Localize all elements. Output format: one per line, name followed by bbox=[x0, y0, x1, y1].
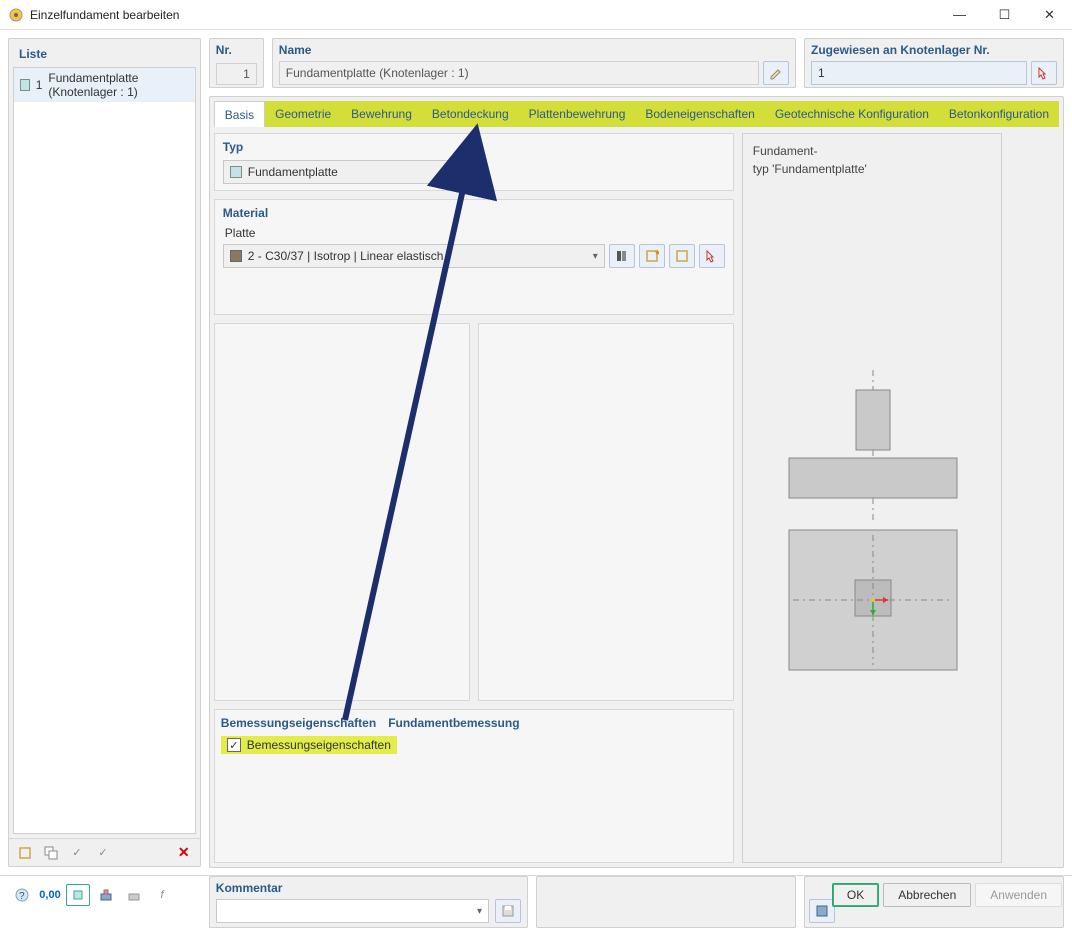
empty-right-box bbox=[478, 323, 734, 701]
nr-label: Nr. bbox=[216, 43, 257, 57]
name-input[interactable]: Fundamentplatte (Knotenlager : 1) bbox=[279, 61, 759, 85]
list-toolbar: ✓ ✓ ✕ bbox=[9, 838, 200, 866]
design-header2: Fundamentbemessung bbox=[388, 716, 519, 730]
titlebar: Einzelfundament bearbeiten — ☐ ✕ bbox=[0, 0, 1072, 30]
typ-group: Typ Fundamentplatte ▾ bbox=[214, 133, 469, 191]
chevron-down-icon: ▾ bbox=[477, 906, 482, 917]
design-checkbox-row[interactable]: ✓ Bemessungseigenschaften bbox=[221, 736, 397, 754]
svg-text:?: ? bbox=[19, 891, 25, 902]
material-group: Material Platte 2 - C30/37 | Isotrop | L… bbox=[214, 199, 734, 315]
maximize-button[interactable]: ☐ bbox=[982, 0, 1027, 30]
typ-value: Fundamentplatte bbox=[248, 165, 338, 179]
assigned-input[interactable]: 1 bbox=[811, 61, 1027, 85]
assigned-panel: Zugewiesen an Knotenlager Nr. 1 bbox=[804, 38, 1064, 88]
nr-input[interactable]: 1 bbox=[216, 63, 257, 85]
list-header: Liste bbox=[13, 43, 196, 65]
preview-title-1: Fundament- bbox=[753, 144, 991, 158]
units-button[interactable]: 0,00 bbox=[38, 884, 62, 906]
main-panel: Basis Geometrie Bewehrung Betondeckung P… bbox=[209, 96, 1064, 868]
material-swatch bbox=[230, 250, 242, 262]
list-item[interactable]: 1 Fundamentplatte (Knotenlager : 1) bbox=[14, 68, 195, 102]
list-item-num: 1 bbox=[36, 78, 43, 92]
delete-button[interactable]: ✕ bbox=[172, 842, 196, 864]
list-body: 1 Fundamentplatte (Knotenlager : 1) bbox=[13, 67, 196, 834]
tab-basis[interactable]: Basis bbox=[214, 101, 265, 127]
tab-bewehrung[interactable]: Bewehrung bbox=[341, 101, 422, 127]
check-button[interactable]: ✓ bbox=[65, 842, 89, 864]
comment-save-button[interactable] bbox=[495, 899, 521, 923]
comment-panel: Kommentar ▾ bbox=[209, 876, 528, 928]
checkbox-icon: ✓ bbox=[227, 738, 241, 752]
view-1-button[interactable] bbox=[66, 884, 90, 906]
tab-geometrie[interactable]: Geometrie bbox=[265, 101, 341, 127]
material-pick-button[interactable] bbox=[699, 244, 725, 268]
apply-button[interactable]: Anwenden bbox=[975, 883, 1062, 907]
preview-title-2: typ 'Fundamentplatte' bbox=[753, 162, 991, 176]
chevron-down-icon: ▾ bbox=[593, 251, 598, 262]
list-item-label: Fundamentplatte (Knotenlager : 1) bbox=[48, 71, 188, 99]
empty-left-box bbox=[214, 323, 470, 701]
foundation-icon bbox=[230, 166, 242, 178]
material-value: 2 - C30/37 | Isotrop | Linear elastisch bbox=[248, 249, 444, 263]
help-button[interactable]: ? bbox=[10, 884, 34, 906]
preview-svg bbox=[753, 180, 993, 830]
nr-panel: Nr. 1 bbox=[209, 38, 264, 88]
window-title: Einzelfundament bearbeiten bbox=[30, 8, 937, 22]
tab-betonkonfig[interactable]: Betonkonfiguration bbox=[939, 101, 1059, 127]
edit-name-button[interactable] bbox=[763, 61, 789, 85]
copy-button[interactable] bbox=[39, 842, 63, 864]
pick-node-button[interactable] bbox=[1031, 61, 1057, 85]
plate-label: Platte bbox=[225, 226, 725, 240]
tab-bodeneigenschaften[interactable]: Bodeneigenschaften bbox=[635, 101, 764, 127]
check2-button[interactable]: ✓ bbox=[91, 842, 115, 864]
cancel-button[interactable]: Abbrechen bbox=[883, 883, 971, 907]
view-3-button[interactable] bbox=[122, 884, 146, 906]
ok-button[interactable]: OK bbox=[832, 883, 879, 907]
chevron-down-icon: ▾ bbox=[448, 167, 453, 178]
tab-betondeckung[interactable]: Betondeckung bbox=[422, 101, 519, 127]
close-button[interactable]: ✕ bbox=[1027, 0, 1072, 30]
new-button[interactable] bbox=[13, 842, 37, 864]
material-new-button[interactable]: ★ bbox=[639, 244, 665, 268]
empty-group bbox=[477, 133, 734, 191]
tab-plattenbewehrung[interactable]: Plattenbewehrung bbox=[519, 101, 636, 127]
view-2-button[interactable] bbox=[94, 884, 118, 906]
name-label: Name bbox=[279, 43, 789, 57]
svg-text:★: ★ bbox=[654, 249, 659, 257]
material-edit-button[interactable] bbox=[669, 244, 695, 268]
comment-label: Kommentar bbox=[216, 881, 521, 895]
foundation-icon bbox=[20, 79, 30, 91]
tabstrip: Basis Geometrie Bewehrung Betondeckung P… bbox=[214, 101, 1059, 127]
name-panel: Name Fundamentplatte (Knotenlager : 1) bbox=[272, 38, 796, 88]
typ-select[interactable]: Fundamentplatte ▾ bbox=[223, 160, 460, 184]
empty-small-panel bbox=[536, 876, 796, 928]
material-library-button[interactable] bbox=[609, 244, 635, 268]
comment-input[interactable]: ▾ bbox=[216, 899, 489, 923]
design-checkbox-label: Bemessungseigenschaften bbox=[247, 738, 391, 752]
view-4-button[interactable]: f bbox=[150, 884, 174, 906]
tab-geotech[interactable]: Geotechnische Konfiguration bbox=[765, 101, 939, 127]
material-label: Material bbox=[223, 206, 725, 220]
design-group: Bemessungseigenschaften Fundamentbemessu… bbox=[214, 709, 734, 863]
minimize-button[interactable]: — bbox=[937, 0, 982, 30]
app-icon bbox=[8, 7, 24, 23]
material-select[interactable]: 2 - C30/37 | Isotrop | Linear elastisch … bbox=[223, 244, 605, 268]
preview-area: Fundament- typ 'Fundamentplatte' bbox=[742, 133, 1002, 863]
design-header1: Bemessungseigenschaften bbox=[221, 716, 376, 730]
list-panel: Liste 1 Fundamentplatte (Knotenlager : 1… bbox=[8, 38, 201, 867]
assigned-label: Zugewiesen an Knotenlager Nr. bbox=[811, 43, 1057, 57]
typ-label: Typ bbox=[223, 140, 460, 154]
